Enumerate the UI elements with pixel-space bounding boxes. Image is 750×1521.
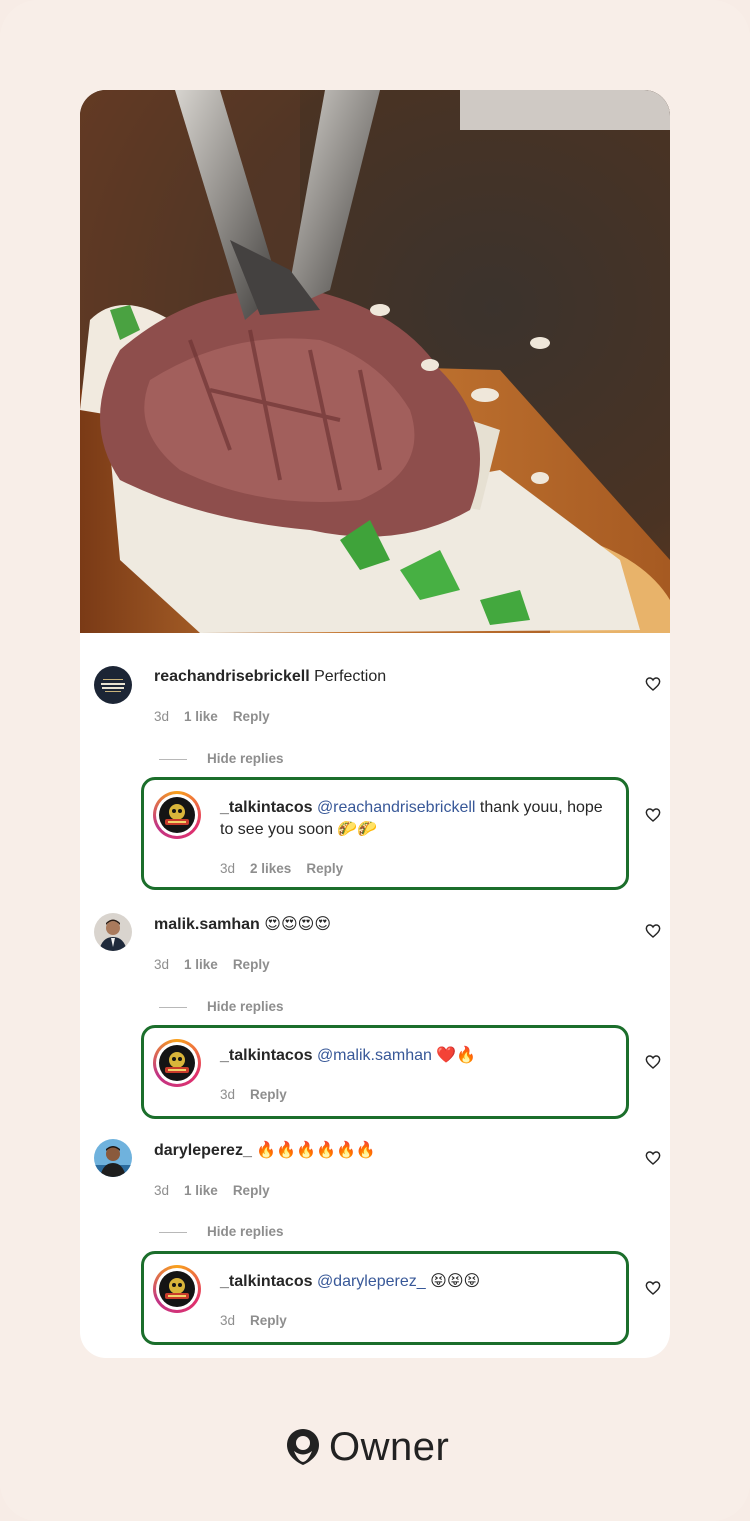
comment-3-likes[interactable]: 1 like (184, 1183, 218, 1198)
comment-3-heart-icon[interactable] (645, 1150, 661, 1166)
reply-3-heart-icon[interactable] (645, 1280, 661, 1296)
comment-3-body: 🔥🔥🔥🔥🔥🔥 (256, 1142, 376, 1159)
comment-1-reply-button[interactable]: Reply (233, 709, 270, 724)
owner-brand-logo: Owner (285, 1424, 465, 1470)
comment-1-heart-icon[interactable] (645, 676, 661, 692)
owner-logo-icon (287, 1429, 319, 1465)
comment-3-reply-button[interactable]: Reply (233, 1183, 270, 1198)
hide-replies-line-3 (159, 1232, 187, 1233)
reply-2-heart-icon[interactable] (645, 1054, 661, 1070)
hide-replies-button-1[interactable]: Hide replies (207, 751, 284, 766)
comment-2-time: 3d (154, 957, 170, 972)
comment-1-likes[interactable]: 1 like (184, 709, 218, 724)
comment-3-username[interactable]: daryleperez_ (154, 1142, 252, 1159)
post-card: reachandrisebrickell Perfection 3d 1 lik… (80, 90, 670, 1358)
comment-3-meta: 3d 1 like Reply (154, 1183, 270, 1198)
post-image[interactable] (80, 90, 670, 633)
owner-brand-wordmark: Owner (329, 1424, 450, 1469)
avatar-reachandrisebrickell[interactable] (94, 666, 132, 704)
hide-replies-line-2 (159, 1007, 187, 1008)
hide-replies-button-3[interactable]: Hide replies (207, 1224, 284, 1239)
comment-3-time: 3d (154, 1183, 170, 1198)
avatar-malik-samhan[interactable] (94, 913, 132, 951)
comment-1-time: 3d (154, 709, 170, 724)
reply-3-highlight-box (141, 1251, 629, 1345)
comment-2-heart-icon[interactable] (645, 923, 661, 939)
reply-1-heart-icon[interactable] (645, 807, 661, 823)
comment-1-username[interactable]: reachandrisebrickell (154, 668, 310, 685)
hide-replies-button-2[interactable]: Hide replies (207, 999, 284, 1014)
comment-1-meta: 3d 1 like Reply (154, 709, 270, 724)
avatar-daryleperez[interactable] (94, 1139, 132, 1177)
comment-2-likes[interactable]: 1 like (184, 957, 218, 972)
comment-2-text: malik.samhan 😍😍😍😍 (154, 914, 331, 936)
reply-1-highlight-box (141, 777, 629, 890)
comment-1-text: reachandrisebrickell Perfection (154, 666, 386, 688)
comment-1-body: Perfection (314, 668, 387, 685)
comment-2-meta: 3d 1 like Reply (154, 957, 270, 972)
comment-2-body: 😍😍😍😍 (264, 916, 331, 933)
comment-2-username[interactable]: malik.samhan (154, 916, 260, 933)
comment-2-reply-button[interactable]: Reply (233, 957, 270, 972)
reply-2-highlight-box (141, 1025, 629, 1119)
hide-replies-line-1 (159, 759, 187, 760)
page-background: reachandrisebrickell Perfection 3d 1 lik… (0, 0, 750, 1521)
comment-3-text: daryleperez_ 🔥🔥🔥🔥🔥🔥 (154, 1140, 376, 1162)
